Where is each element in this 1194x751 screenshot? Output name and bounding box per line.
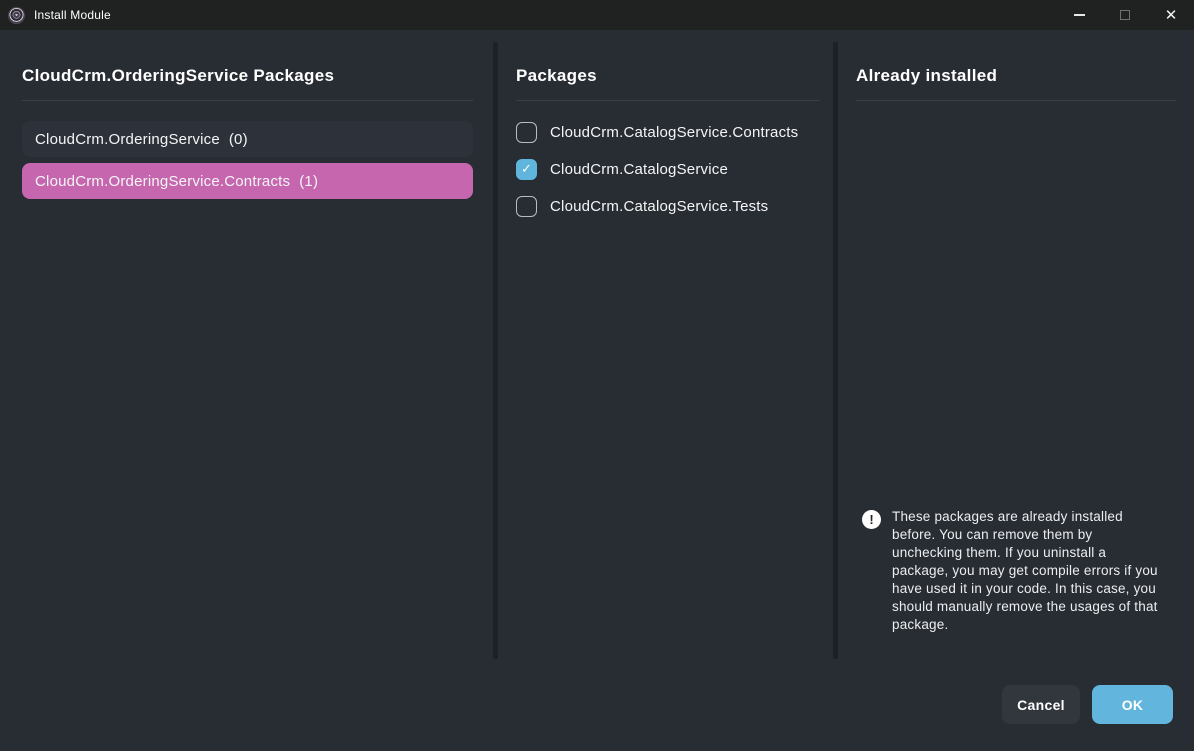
package-label: CloudCrm.CatalogService.Tests <box>550 198 768 215</box>
ok-button[interactable]: OK <box>1092 685 1173 724</box>
check-icon: ✓ <box>521 162 532 177</box>
column-splitter[interactable] <box>493 42 498 659</box>
packages-header: Packages <box>516 66 597 86</box>
app-logo-icon <box>8 7 25 24</box>
module-item-label: CloudCrm.OrderingService.Contracts <box>35 173 290 190</box>
module-packages-header: CloudCrm.OrderingService Packages <box>22 66 334 86</box>
exclamation-icon: ! <box>862 510 881 529</box>
already-installed-panel: Already installed ! These packages are a… <box>856 30 1176 751</box>
module-item-count: (0) <box>229 131 248 148</box>
package-row-catalogservice-contracts[interactable]: ✓ CloudCrm.CatalogService.Contracts <box>516 122 820 143</box>
package-list: ✓ CloudCrm.CatalogService.Contracts ✓ Cl… <box>516 122 820 217</box>
module-packages-panel: CloudCrm.OrderingService Packages CloudC… <box>22 30 473 751</box>
window-controls: ✕ <box>1056 0 1194 30</box>
module-item-orderingservice-contracts[interactable]: CloudCrm.OrderingService.Contracts (1) <box>22 163 473 199</box>
cancel-button[interactable]: Cancel <box>1002 685 1080 724</box>
already-installed-header: Already installed <box>856 66 997 86</box>
module-item-count: (1) <box>299 173 318 190</box>
info-block: ! These packages are already installed b… <box>862 508 1160 634</box>
close-button[interactable]: ✕ <box>1148 0 1194 30</box>
maximize-button[interactable] <box>1102 0 1148 30</box>
titlebar: Install Module ✕ <box>0 0 1194 30</box>
package-row-catalogservice[interactable]: ✓ CloudCrm.CatalogService <box>516 159 820 180</box>
module-item-label: CloudCrm.OrderingService <box>35 131 220 148</box>
checkbox[interactable]: ✓ <box>516 196 537 217</box>
info-text: These packages are already installed bef… <box>892 508 1160 634</box>
header-divider <box>856 100 1176 101</box>
minimize-button[interactable] <box>1056 0 1102 30</box>
install-module-window: Install Module ✕ CloudCrm.OrderingServic… <box>0 0 1194 751</box>
package-row-catalogservice-tests[interactable]: ✓ CloudCrm.CatalogService.Tests <box>516 196 820 217</box>
package-label: CloudCrm.CatalogService <box>550 161 728 178</box>
module-list: CloudCrm.OrderingService (0) CloudCrm.Or… <box>22 121 473 199</box>
minimize-icon <box>1074 14 1085 16</box>
header-divider <box>22 100 473 101</box>
header-divider <box>516 100 820 101</box>
main-content: CloudCrm.OrderingService Packages CloudC… <box>0 30 1194 751</box>
checkbox[interactable]: ✓ <box>516 159 537 180</box>
maximize-icon <box>1120 10 1130 20</box>
column-splitter[interactable] <box>833 42 838 659</box>
packages-panel: Packages ✓ CloudCrm.CatalogService.Contr… <box>516 30 820 751</box>
window-title: Install Module <box>34 8 111 22</box>
package-label: CloudCrm.CatalogService.Contracts <box>550 124 798 141</box>
checkbox[interactable]: ✓ <box>516 122 537 143</box>
module-item-orderingservice[interactable]: CloudCrm.OrderingService (0) <box>22 121 473 157</box>
close-icon: ✕ <box>1165 8 1178 23</box>
